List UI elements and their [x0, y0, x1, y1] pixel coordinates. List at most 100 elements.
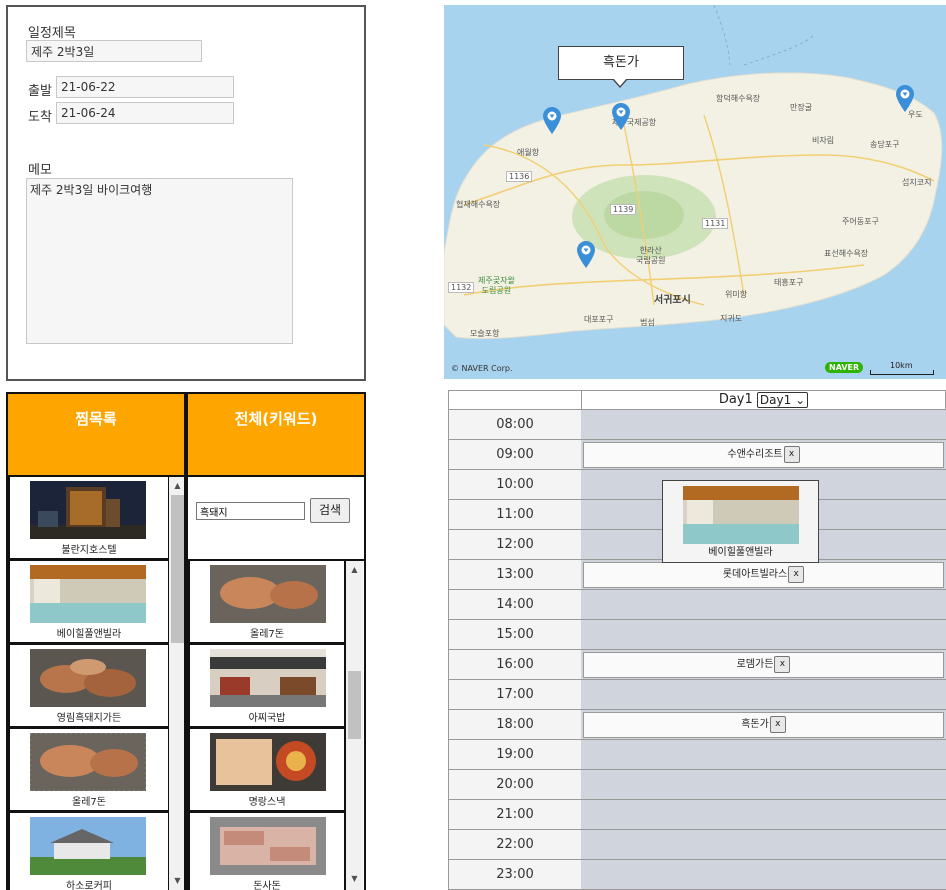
scroll-down-arrow-icon[interactable]: ▼ [346, 872, 363, 886]
schedule-header-corner [448, 390, 582, 410]
time-slot-label: 20:00 [448, 770, 582, 800]
time-slot-label: 09:00 [448, 440, 582, 470]
place-name: 하소로커피 [66, 881, 112, 890]
map-label-seogwipo: 서귀포시 [654, 295, 691, 306]
callout-pointer-fill [613, 78, 627, 86]
dragging-place-card[interactable]: 베이힐풀앤빌라 [662, 480, 819, 563]
memo-label: 메모 [28, 163, 52, 178]
time-slot[interactable] [581, 770, 946, 800]
list-item[interactable]: 하소로커피 [8, 811, 170, 890]
map-view[interactable]: 애월항 제주국제공항 함덕해수욕장 만장굴 비자림 송당포구 섭지코지 우도 협… [444, 5, 946, 379]
time-slot-label: 16:00 [448, 650, 582, 680]
time-slot-label: 18:00 [448, 710, 582, 740]
time-slot-label: 12:00 [448, 530, 582, 560]
keyword-input[interactable] [196, 502, 305, 520]
list-item[interactable]: 올레7돈 [188, 561, 346, 644]
map-label-taeheung: 태흥포구 [774, 278, 804, 287]
memo-textarea[interactable]: 제주 2박3일 바이크여행 [26, 178, 293, 344]
list-item[interactable]: 올레7돈 [8, 727, 170, 812]
time-slot-label: 15:00 [448, 620, 582, 650]
schedule-event[interactable]: 로뎀가든 x [583, 652, 944, 678]
remove-event-button[interactable]: x [774, 655, 791, 673]
trip-info-form: 일정제목 출발 도착 메모 제주 2박3일 바이크여행 [6, 5, 366, 381]
arrive-date-input[interactable] [56, 102, 234, 124]
remove-event-button[interactable]: x [769, 715, 786, 733]
road-number-1132: 1132 [448, 282, 475, 293]
naver-logo: NAVER [825, 362, 864, 373]
schedule-event[interactable]: 흑돈가 x [583, 712, 944, 738]
day-select[interactable]: Day1 ⌄ [756, 391, 809, 408]
map-label-aewol: 애월항 [517, 148, 540, 157]
wishlist-header: 찜목록 [6, 392, 186, 477]
time-slot[interactable] [581, 740, 946, 770]
list-item[interactable]: 영림흑돼지가든 [8, 643, 170, 728]
remove-event-button[interactable]: x [788, 565, 805, 583]
place-photo [210, 817, 326, 875]
place-photo [210, 733, 326, 791]
scroll-down-arrow-icon[interactable]: ▼ [169, 874, 184, 888]
list-item[interactable]: 명랑스낵 [188, 727, 346, 812]
list-item[interactable]: 돈사돈 [188, 811, 346, 890]
map-label-moseulpo: 모슬포항 [470, 329, 500, 338]
depart-label: 출발 [28, 84, 52, 99]
wishlist-list[interactable]: 불란지호스텔 베이힐풀앤빌라 영림흑돼지가든 올레7돈 하소로커피 ▲ ▼ [6, 477, 186, 890]
wishlist-scrollbar[interactable]: ▲ ▼ [169, 477, 184, 890]
map-label-wimi: 위미항 [725, 290, 748, 299]
chevron-down-icon: ⌄ [795, 392, 806, 407]
place-photo [210, 649, 326, 707]
place-name: 올레7돈 [72, 797, 106, 808]
place-name: 명랑스낵 [248, 797, 286, 808]
time-slot[interactable] [581, 830, 946, 860]
map-pin-icon[interactable] [895, 85, 915, 113]
depart-date-input[interactable] [56, 76, 234, 98]
event-name: 로뎀가든 [736, 659, 774, 670]
map-label-hyeopjae: 협재해수욕장 [456, 200, 501, 209]
time-slot[interactable] [581, 800, 946, 830]
list-item[interactable]: 베이힐풀앤빌라 [8, 559, 170, 644]
trip-title-input[interactable] [26, 40, 202, 62]
map-pin-icon[interactable] [611, 103, 631, 131]
list-item[interactable]: 아찌국밥 [188, 643, 346, 728]
time-slot[interactable] [581, 680, 946, 710]
place-photo [30, 817, 146, 875]
day-schedule-table: Day1 Day1 ⌄ 08:00 09:00 10:00 11:00 12:0… [448, 390, 946, 890]
scroll-up-arrow-icon[interactable]: ▲ [169, 479, 184, 493]
map-copyright: © NAVER Corp. [451, 364, 513, 373]
remove-event-button[interactable]: x [783, 445, 800, 463]
map-scale-bar [870, 370, 934, 375]
list-item[interactable]: 불란지호스텔 [8, 477, 170, 560]
map-label-manjanggul: 만장굴 [790, 103, 813, 112]
road-number-1136: 1136 [506, 171, 533, 182]
time-slot[interactable] [581, 590, 946, 620]
map-scale-label: 10km [890, 361, 913, 370]
event-name: 흑돈가 [741, 719, 769, 730]
results-scrollbar[interactable]: ▲ ▼ [346, 561, 363, 890]
place-photo [30, 649, 146, 707]
map-label-seopjikoji: 섭지코지 [902, 178, 932, 187]
scrollbar-thumb[interactable] [348, 671, 361, 739]
search-header: 전체(키워드) [186, 392, 366, 477]
scrollbar-thumb[interactable] [171, 495, 184, 643]
time-slot-label: 17:00 [448, 680, 582, 710]
map-pin-icon[interactable] [576, 241, 596, 269]
event-name: 롯데아트빌라스 [722, 569, 788, 580]
map-label-jigwido: 지귀도 [720, 314, 743, 323]
road-number-1139: 1139 [610, 204, 637, 215]
place-photo [30, 733, 146, 791]
scroll-up-arrow-icon[interactable]: ▲ [346, 563, 363, 577]
map-label-hallasan: 한라산 국립공원 [636, 246, 666, 265]
schedule-event[interactable]: 롯데아트빌라스 x [583, 562, 944, 588]
search-button[interactable]: 검색 [310, 498, 350, 523]
place-name: 베이힐풀앤빌라 [708, 547, 773, 558]
time-slot[interactable] [581, 410, 946, 440]
map-label-daepo: 대포포구 [584, 315, 614, 324]
time-slot-label: 23:00 [448, 860, 582, 890]
place-name: 베이힐풀앤빌라 [56, 629, 122, 640]
schedule-event[interactable]: 수앤수리조트 x [583, 442, 944, 468]
search-results-list[interactable]: 올레7돈 아찌국밥 명랑스낵 돈사돈 ▲ ▼ [186, 561, 366, 890]
road-number-1131: 1131 [702, 218, 729, 229]
time-slot[interactable] [581, 620, 946, 650]
map-pin-icon[interactable] [542, 107, 562, 135]
place-name: 불란지호스텔 [61, 545, 117, 556]
time-slot[interactable] [581, 860, 946, 890]
